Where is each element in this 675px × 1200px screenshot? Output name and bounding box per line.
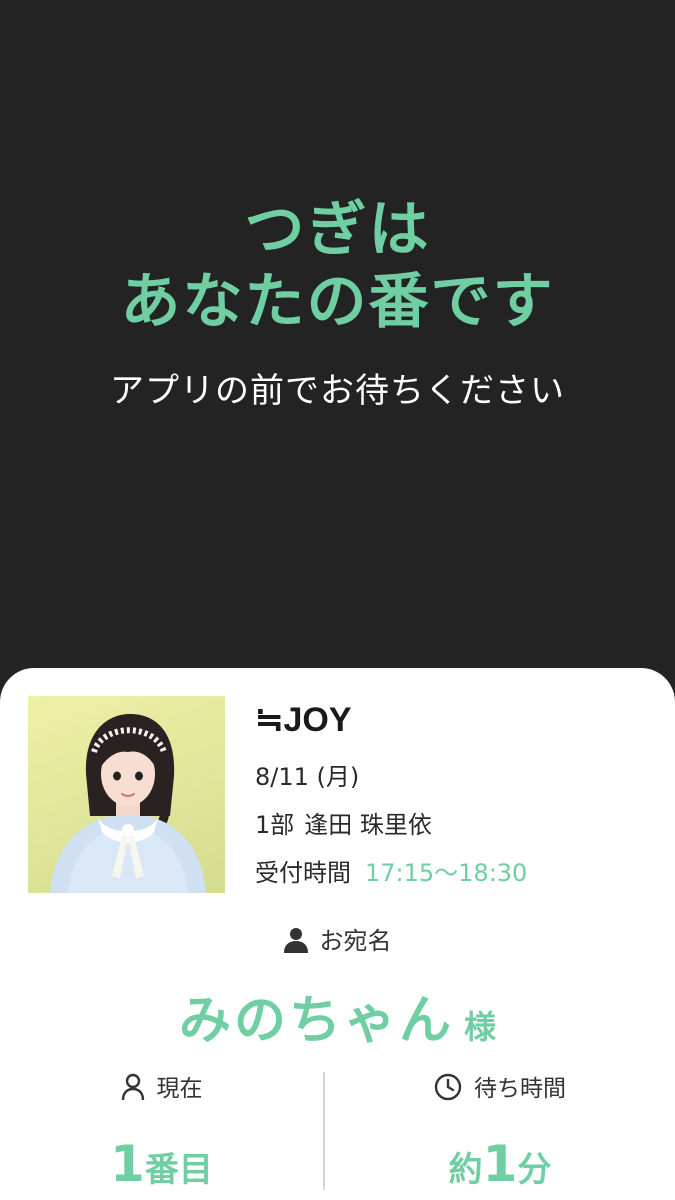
session-member: 1部 逢田 珠里依 [255,808,432,842]
reception-time: 17:15〜18:30 [365,859,528,887]
current-position: 現在 1番目 [0,1072,323,1200]
current-position-value: 1番目 [0,1138,323,1200]
member-photo [28,696,225,893]
wait-prefix: 約 [448,1150,483,1190]
wait-label: 待ち時間 [474,1076,566,1102]
recipient-label: お宛名 [319,927,392,955]
person-icon [283,928,308,953]
member-name: 逢田 珠里依 [304,811,432,839]
clock-icon [434,1073,462,1101]
event-date: 8/11 (月) [255,763,360,791]
recipient-name-row: みのちゃん様 [0,978,675,1053]
current-number: 1 [110,1135,145,1193]
honorific: 様 [464,1008,497,1046]
reception-time-row: 受付時間 17:15〜18:30 [255,856,527,890]
wait-number: 1 [482,1135,518,1193]
current-label-row: 現在 [0,1072,323,1106]
member-portrait-image [50,714,206,893]
headline-your-turn: あなたの番です [120,267,555,337]
group-name: ≒JOY [255,701,352,739]
headline-next: つぎは [244,195,431,265]
waiting-screen-header: つぎは あなたの番です アプリの前でお待ちください [0,0,675,668]
wait-time: 待ち時間 約1分 [325,1072,675,1200]
recipient-label-row: お宛名 [0,924,675,958]
reception-label: 受付時間 [255,859,351,887]
wait-instruction: アプリの前でお待ちください [110,371,565,411]
wait-label-row: 待ち時間 [325,1072,675,1106]
person-outline-icon [121,1073,144,1101]
current-label: 現在 [156,1076,203,1102]
session-number: 1部 [255,811,295,839]
recipient-name: みのちゃん [178,991,454,1051]
wait-time-value: 約1分 [325,1138,675,1200]
ticket-card: ≒JOY 8/11 (月) 1部 逢田 珠里依 受付時間 17:15〜18:30 お… [0,668,675,1200]
wait-unit: 分 [517,1150,552,1190]
current-unit: 番目 [144,1150,213,1190]
